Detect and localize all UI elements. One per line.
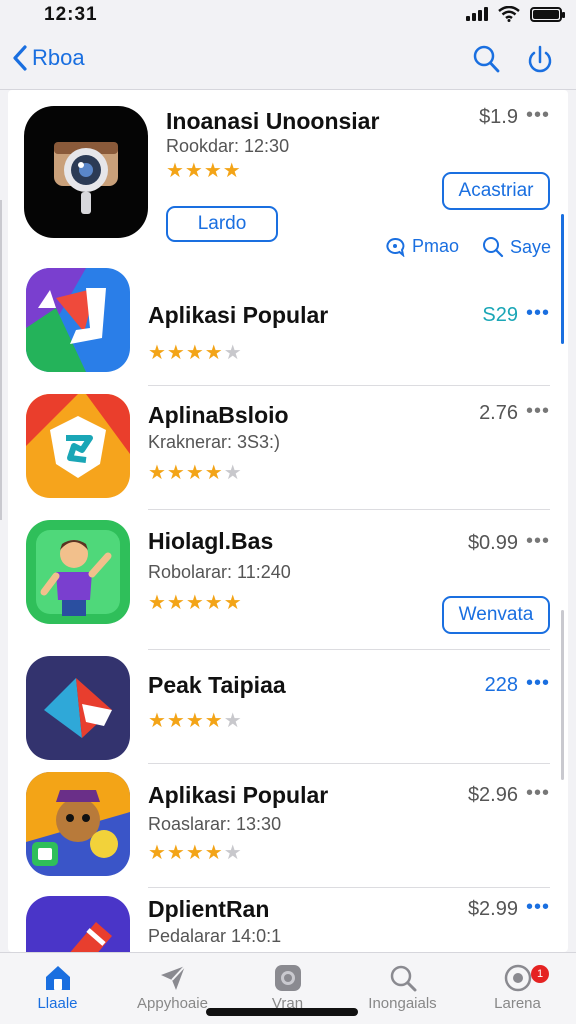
navigation-bar: Rboa [0,32,576,90]
app-name: Hiolagl.Bas [148,528,274,554]
chevron-left-icon [13,45,27,71]
list-item[interactable]: Peak Taipiaa ★★★★★ 228 ••• [8,650,568,764]
chat-bubble-icon [386,237,405,257]
rating-stars: ★★★★★ [148,462,243,484]
more-options-icon[interactable]: ••• [526,302,550,325]
app-icon [26,772,130,876]
app-name: Aplikasi Popular [148,782,329,808]
link-preview[interactable]: Pmao [384,236,459,257]
camera-icon [274,965,301,991]
app-price: $2.96 [467,784,518,806]
status-time: 12:31 [44,4,98,25]
app-price: $1.9 [479,106,518,128]
list-item[interactable]: Aplikasi Popular Roaslarar: 13:30 ★★★★★ … [8,764,568,888]
action-button[interactable]: Acastriar [442,172,550,210]
app-name: Aplikasi Popular [148,302,329,328]
more-options-icon[interactable]: ••• [526,782,550,805]
tab-label: Inongaials [368,995,437,1012]
download-icon[interactable] [526,44,554,74]
scroll-indicator[interactable] [561,214,564,344]
app-icon [26,394,130,498]
app-price: $2.99 [467,898,518,920]
link-search[interactable]: Saye [482,236,551,258]
app-subtitle: Rookdar: 12:30 [166,136,290,156]
secondary-button[interactable]: Lardo [166,206,278,242]
list-item[interactable]: Aplikasi Popular ★★★★★ S29 ••• [8,264,568,386]
tab-label: Larena [494,995,541,1012]
action-button[interactable]: Wenvata [442,596,550,634]
app-list[interactable]: Inoanasi Unoonsiar Rookdar: 12:30 ★★★★ $… [8,90,568,952]
tab-search[interactable]: Inongaials [345,961,460,1012]
app-subtitle: Pedalarar 14:0:1 [148,926,282,946]
link-label: Pmao [412,236,460,256]
tab-label: Llaale [37,995,78,1012]
back-button[interactable]: Rboa [12,44,85,72]
app-subtitle: Kraknerar: 3S3:) [148,432,281,452]
app-icon [26,896,130,952]
list-item[interactable]: AplinaBsloio Kraknerar: 3S3:) ★★★★★ 2.76… [8,386,568,510]
app-icon [26,268,130,372]
battery-icon [530,6,565,22]
scroll-track [561,610,564,780]
rating-stars: ★★★★★ [148,342,243,364]
status-bar: 12:31 [0,0,576,32]
paper-plane-icon [160,965,186,990]
rating-stars: ★★★★ [166,160,242,182]
app-price: 2.76 [479,402,518,424]
home-indicator[interactable] [206,1008,358,1016]
app-name: Peak Taipiaa [148,672,286,698]
tab-home[interactable]: Llaale [0,961,115,1012]
search-icon [483,237,504,258]
app-subtitle: Roaslarar: 13:30 [148,814,282,834]
rating-stars: ★★★★★ [148,710,243,732]
tab-apps[interactable]: Appyhoaie [115,961,230,1012]
more-options-icon[interactable]: ••• [526,400,550,423]
status-icons [466,6,565,22]
rating-stars: ★★★★★ [148,842,243,864]
cellular-signal-icon [466,7,488,21]
app-subtitle: Robolarar: 11:240 [148,562,291,582]
tab-camera[interactable]: Vran [230,961,345,1012]
more-options-icon[interactable]: ••• [526,530,550,553]
list-item[interactable]: Inoanasi Unoonsiar Rookdar: 12:30 ★★★★ $… [8,90,568,264]
more-options-icon[interactable]: ••• [526,896,550,919]
list-item[interactable]: DplientRan Pedalarar 14:0:1 $2.99 ••• [8,888,568,952]
wifi-icon [498,6,520,22]
camera-app-icon [24,106,148,238]
app-name: DplientRan [148,896,270,922]
list-item[interactable]: Hiolagl.Bas Robolarar: 11:240 ★★★★★ $0.9… [8,510,568,650]
more-options-icon[interactable]: ••• [526,104,550,127]
home-icon [45,966,70,990]
app-icon [26,520,130,624]
more-options-icon[interactable]: ••• [526,672,550,695]
account-icon [504,964,531,992]
rating-stars: ★★★★★ [148,592,243,614]
search-icon[interactable] [472,44,500,74]
tab-account[interactable]: 1 Larena [460,961,575,1012]
notification-badge: 1 [531,965,549,983]
app-name: Inoanasi Unoonsiar [166,108,380,134]
link-label: Saye [510,236,552,257]
app-name: AplinaBsloio [148,402,289,428]
app-icon [26,656,130,760]
search-icon [390,965,416,992]
app-price: $0.99 [467,532,518,554]
app-price: S29 [482,304,518,326]
back-label: Rboa [32,45,85,70]
app-price: 228 [484,674,518,696]
edge-divider [0,200,2,520]
